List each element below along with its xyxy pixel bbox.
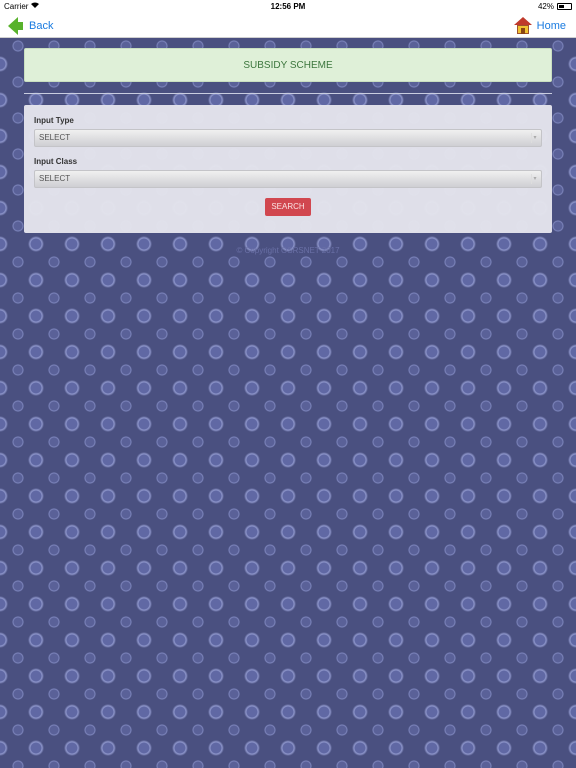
back-arrow-icon <box>8 17 18 35</box>
home-button[interactable]: Home <box>513 15 566 37</box>
search-form: Input Type SELECT ▾ Input Class SELECT ▾… <box>24 105 552 233</box>
input-class-value: SELECT <box>39 174 71 183</box>
input-type-select[interactable]: SELECT ▾ <box>34 129 542 147</box>
battery-percent: 42% <box>537 2 554 11</box>
input-class-select[interactable]: SELECT ▾ <box>34 170 542 188</box>
home-label: Home <box>536 20 566 32</box>
back-label: Back <box>29 20 54 32</box>
copyright-text: © Copyright OSRSNET 2017 <box>236 246 340 255</box>
nav-bar: Back Home <box>0 14 576 38</box>
status-bar: Carrier 12:56 PM 42% <box>0 0 576 14</box>
status-time: 12:56 PM <box>270 2 306 11</box>
divider <box>24 93 552 94</box>
battery-icon <box>557 3 572 10</box>
input-class-label: Input Class <box>34 157 78 166</box>
back-button[interactable]: Back <box>8 16 53 36</box>
input-type-label: Input Type <box>34 116 74 125</box>
chevron-down-icon: ▾ <box>531 174 538 184</box>
home-icon <box>513 17 532 35</box>
search-button[interactable]: SEARCH <box>265 198 311 216</box>
page-title-panel: SUBSIDY SCHEME <box>24 48 552 82</box>
chevron-down-icon: ▾ <box>531 133 538 143</box>
page-title: SUBSIDY SCHEME <box>243 59 333 71</box>
input-type-value: SELECT <box>39 133 71 142</box>
